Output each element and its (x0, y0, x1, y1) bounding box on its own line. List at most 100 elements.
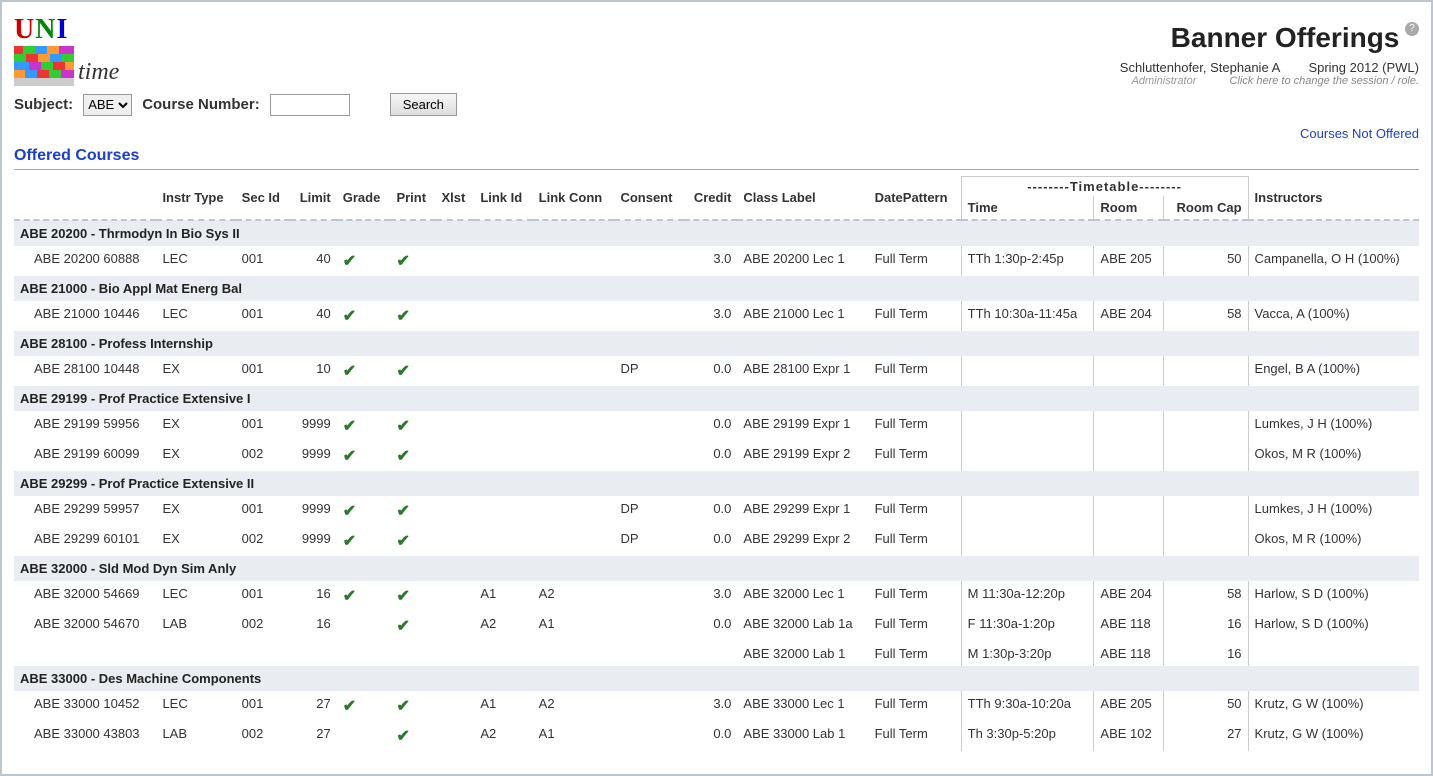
table-row[interactable]: ABE 33000 43803LAB00227✔A2A10.0ABE 33000… (14, 721, 1419, 751)
col-consent[interactable]: Consent (614, 177, 683, 221)
limit: 16 (290, 581, 337, 611)
link-id (474, 526, 532, 556)
sec-id: 001 (236, 581, 290, 611)
col-link-conn[interactable]: Link Conn (533, 177, 615, 221)
col-room[interactable]: Room (1094, 196, 1164, 220)
col-class-label[interactable]: Class Label (737, 177, 868, 221)
table-row[interactable]: ABE 32000 54669LEC00116✔✔A1A23.0ABE 3200… (14, 581, 1419, 611)
col-xlst[interactable]: Xlst (436, 177, 475, 221)
table-row[interactable]: ABE 32000 Lab 1Full TermM 1:30p-3:20pABE… (14, 641, 1419, 666)
link-conn (533, 356, 615, 386)
xlst (436, 496, 475, 526)
date-pattern: Full Term (869, 581, 962, 611)
check-icon: ✔ (343, 446, 356, 466)
sec-id: 001 (236, 496, 290, 526)
instructors: Krutz, G W (100%) (1248, 691, 1419, 721)
col-date-pattern[interactable]: DatePattern (869, 177, 962, 221)
search-button[interactable]: Search (390, 93, 457, 116)
instructors: Krutz, G W (100%) (1248, 721, 1419, 751)
course-header-row[interactable]: ABE 21000 - Bio Appl Mat Energ Bal (14, 276, 1419, 301)
print: ✔ (390, 356, 435, 386)
table-row[interactable]: ABE 32000 54670LAB00216✔A2A10.0ABE 32000… (14, 611, 1419, 641)
table-row[interactable]: ABE 29299 60101EX0029999✔✔DP0.0ABE 29299… (14, 526, 1419, 556)
class-label: ABE 20200 Lec 1 (737, 246, 868, 276)
offering-name: ABE 20200 60888 (14, 246, 156, 276)
room-cap: 16 (1164, 641, 1248, 666)
user-role: Administrator (1132, 75, 1197, 87)
logo-time: time (78, 59, 119, 86)
table-row[interactable]: ABE 20200 60888LEC00140✔✔3.0ABE 20200 Le… (14, 246, 1419, 276)
col-grade[interactable]: Grade (337, 177, 391, 221)
class-label: ABE 29199 Expr 2 (737, 441, 868, 471)
credit: 3.0 (684, 301, 738, 331)
app-logo[interactable]: UNI time (14, 14, 119, 86)
table-row[interactable]: ABE 29299 59957EX0019999✔✔DP0.0ABE 29299… (14, 496, 1419, 526)
page-header: UNI time Banner Offerings ? Schluttenhof… (6, 6, 1427, 87)
table-row[interactable]: ABE 29199 59956EX0019999✔✔0.0ABE 29199 E… (14, 411, 1419, 441)
sec-id: 001 (236, 356, 290, 386)
change-session-link[interactable]: Click here to change the session / role. (1229, 75, 1419, 87)
col-room-cap[interactable]: Room Cap (1164, 196, 1248, 220)
link-id (474, 641, 532, 666)
consent: DP (614, 356, 683, 386)
course-title: ABE 28100 - Profess Internship (14, 331, 1419, 356)
date-pattern: Full Term (869, 526, 962, 556)
course-header-row[interactable]: ABE 29299 - Prof Practice Extensive II (14, 471, 1419, 496)
date-pattern: Full Term (869, 411, 962, 441)
course-number-input[interactable] (270, 94, 350, 116)
check-icon: ✔ (343, 306, 356, 326)
print: ✔ (390, 246, 435, 276)
course-header-row[interactable]: ABE 33000 - Des Machine Components (14, 666, 1419, 691)
course-title: ABE 21000 - Bio Appl Mat Energ Bal (14, 276, 1419, 301)
col-link-id[interactable]: Link Id (474, 177, 532, 221)
limit (290, 641, 337, 666)
offering-name: ABE 28100 10448 (14, 356, 156, 386)
table-row[interactable]: ABE 21000 10446LEC00140✔✔3.0ABE 21000 Le… (14, 301, 1419, 331)
room: ABE 204 (1094, 581, 1164, 611)
date-pattern: Full Term (869, 356, 962, 386)
check-icon: ✔ (343, 531, 356, 551)
xlst (436, 411, 475, 441)
help-icon[interactable]: ? (1405, 22, 1419, 36)
class-label: ABE 29199 Expr 1 (737, 411, 868, 441)
course-header-row[interactable]: ABE 32000 - Sld Mod Dyn Sim Anly (14, 556, 1419, 581)
table-row[interactable]: ABE 29199 60099EX0029999✔✔0.0ABE 29199 E… (14, 441, 1419, 471)
room: ABE 205 (1094, 691, 1164, 721)
class-label: ABE 21000 Lec 1 (737, 301, 868, 331)
instr-type: LEC (156, 581, 235, 611)
link-id (474, 356, 532, 386)
subject-label: Subject: (14, 96, 73, 113)
limit: 9999 (290, 526, 337, 556)
link-conn (533, 526, 615, 556)
col-instructors[interactable]: Instructors (1248, 177, 1419, 221)
courses-not-offered-link[interactable]: Courses Not Offered (1300, 126, 1419, 141)
col-sec-id[interactable]: Sec Id (236, 177, 290, 221)
col-print[interactable]: Print (390, 177, 435, 221)
col-time[interactable]: Time (961, 196, 1094, 220)
class-label: ABE 29299 Expr 1 (737, 496, 868, 526)
course-header-row[interactable]: ABE 20200 - Thrmodyn In Bio Sys II (14, 220, 1419, 246)
header-right: Banner Offerings ? Schluttenhofer, Steph… (1120, 14, 1419, 87)
print: ✔ (390, 441, 435, 471)
col-instr-type[interactable]: Instr Type (156, 177, 235, 221)
col-credit[interactable]: Credit (684, 177, 738, 221)
table-row[interactable]: ABE 33000 10452LEC00127✔✔A1A23.0ABE 3300… (14, 691, 1419, 721)
consent (614, 611, 683, 641)
print: ✔ (390, 691, 435, 721)
check-icon: ✔ (396, 696, 409, 716)
xlst (436, 641, 475, 666)
col-limit[interactable]: Limit (290, 177, 337, 221)
link-conn (533, 246, 615, 276)
time (961, 411, 1094, 441)
xlst (436, 611, 475, 641)
time (961, 356, 1094, 386)
course-header-row[interactable]: ABE 29199 - Prof Practice Extensive I (14, 386, 1419, 411)
offering-name (14, 641, 156, 666)
subject-select[interactable]: ABE (83, 94, 132, 116)
check-icon: ✔ (396, 361, 409, 381)
table-row[interactable]: ABE 28100 10448EX00110✔✔DP0.0ABE 28100 E… (14, 356, 1419, 386)
offering-name: ABE 32000 54669 (14, 581, 156, 611)
link-id: A2 (474, 721, 532, 751)
course-header-row[interactable]: ABE 28100 - Profess Internship (14, 331, 1419, 356)
instr-type: EX (156, 441, 235, 471)
